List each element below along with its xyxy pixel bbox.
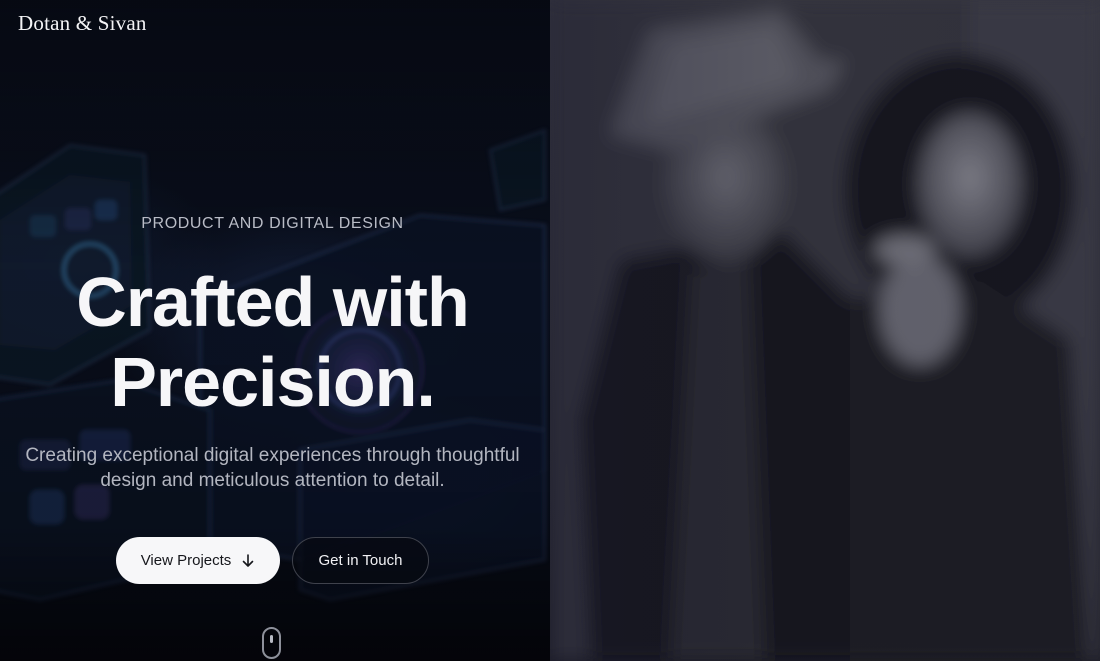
get-in-touch-button[interactable]: Get in Touch <box>292 537 429 584</box>
mouse-icon[interactable] <box>262 627 281 659</box>
scroll-wheel <box>270 635 273 643</box>
subtext-line-2: design and meticulous attention to detai… <box>100 470 445 491</box>
arrow-down-icon <box>241 553 255 568</box>
brand-logo[interactable]: Dotan & Sivan <box>18 11 147 36</box>
view-projects-button[interactable]: View Projects <box>116 537 280 584</box>
portrait-panel <box>550 0 1100 661</box>
hero-section: Dotan & Sivan PRODUCT AND DIGITAL DESIGN… <box>0 0 550 661</box>
hero-subtext: Creating exceptional digital experiences… <box>0 443 545 493</box>
view-projects-label: View Projects <box>140 552 232 569</box>
subtext-line-1: Creating exceptional digital experiences… <box>25 445 520 466</box>
landing-page: Dotan & Sivan PRODUCT AND DIGITAL DESIGN… <box>0 0 1100 661</box>
portrait-tint <box>550 0 1100 661</box>
hero-eyebrow: PRODUCT AND DIGITAL DESIGN <box>141 215 404 232</box>
headline-line-2: Precision. <box>110 343 436 421</box>
get-in-touch-label: Get in Touch <box>318 552 403 569</box>
hero-headline: Crafted with Precision. <box>0 262 545 422</box>
headline-line-1: Crafted with <box>76 263 469 341</box>
